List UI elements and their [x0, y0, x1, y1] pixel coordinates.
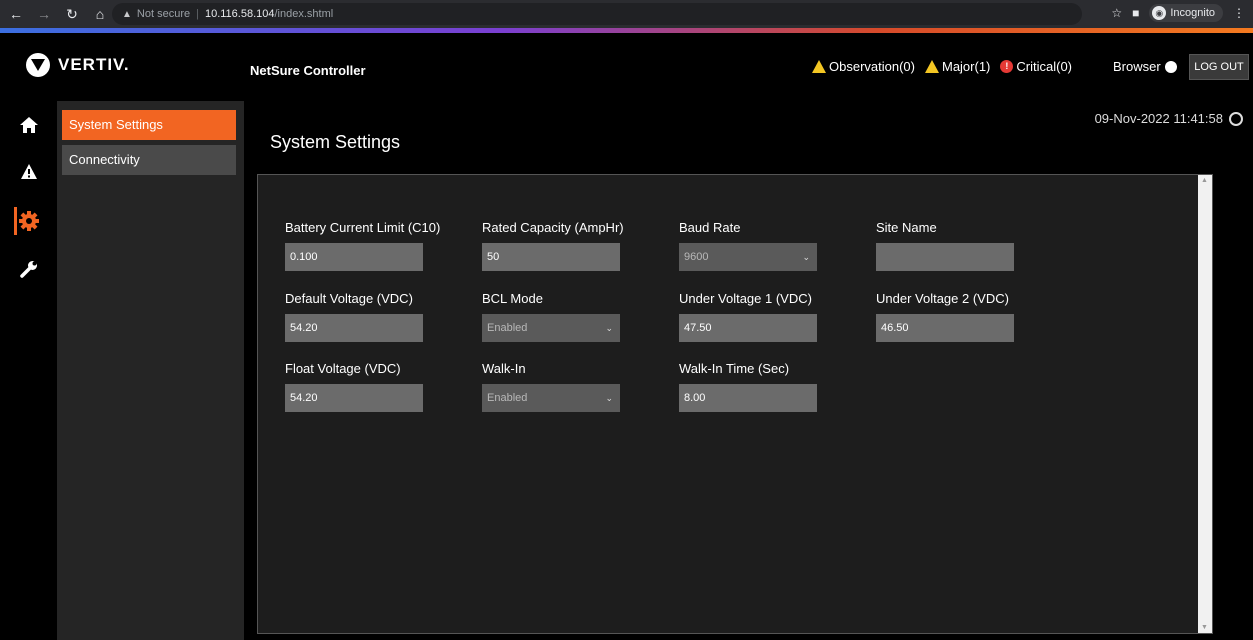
datetime-text: 09-Nov-2022 11:41:58 [1094, 111, 1223, 126]
alarm-icon [20, 163, 37, 179]
scroll-down-icon[interactable]: ▼ [1201, 624, 1208, 631]
walk-in-time-field: Walk-In Time (Sec) 8.00 [679, 361, 817, 412]
reload-icon[interactable]: ↻ [64, 6, 80, 23]
subnav-system-settings[interactable]: System Settings [62, 110, 236, 140]
vertiv-logo: VERTIV. [26, 53, 130, 77]
bookmark-star-icon[interactable]: ☆ [1111, 6, 1122, 20]
major-count: Major(1) [941, 59, 991, 74]
field-label: Battery Current Limit (C10) [285, 220, 441, 235]
walk-in-time-input[interactable]: 8.00 [679, 384, 817, 412]
forward-icon[interactable]: → [36, 6, 52, 22]
battery-current-limit-input[interactable]: 0.100 [285, 243, 423, 271]
bcl-mode-select[interactable]: Enabled ⌄ [482, 314, 620, 342]
critical-count: Critical(0) [1016, 59, 1073, 74]
datetime-display: 09-Nov-2022 11:41:58 [1095, 111, 1243, 126]
incognito-label: Incognito [1170, 7, 1215, 19]
app-header: VERTIV. NetSure Controller Observation(0… [0, 33, 1253, 101]
baud-rate-select[interactable]: 9600 ⌄ [679, 243, 817, 271]
observation-alarm[interactable]: Observation(0) [812, 59, 915, 74]
page-title: System Settings [270, 132, 401, 152]
scroll-up-icon[interactable]: ▲ [1201, 177, 1208, 184]
user-label: Browser [1113, 59, 1161, 74]
critical-icon: ! [1000, 60, 1014, 73]
select-value: Enabled [487, 322, 528, 334]
wrench-icon [19, 261, 37, 278]
logout-button[interactable]: LOG OUT [1189, 54, 1249, 80]
subnav-connectivity[interactable]: Connectivity [62, 145, 236, 175]
under-voltage-1-input[interactable]: 47.50 [679, 314, 817, 342]
default-voltage-field: Default Voltage (VDC) 54.20 [285, 291, 423, 342]
warning-icon: ▲ [122, 8, 132, 20]
baud-rate-field: Baud Rate 9600 ⌄ [679, 220, 817, 271]
separator: | [196, 8, 199, 20]
nav-settings[interactable] [0, 203, 57, 239]
warning-triangle-icon [924, 60, 939, 73]
browser-actions: ☆ ■ ◉ Incognito ⋮ [1111, 4, 1245, 22]
critical-alarm[interactable]: ! Critical(0) [1000, 59, 1072, 74]
under-voltage-2-input[interactable]: 46.50 [876, 314, 1014, 342]
nav-tools[interactable] [0, 251, 57, 287]
brand-name: VERTIV. [58, 55, 130, 74]
under-voltage-1-field: Under Voltage 1 (VDC) 47.50 [679, 291, 817, 342]
bcl-mode-field: BCL Mode Enabled ⌄ [482, 291, 620, 342]
battery-current-limit-field: Battery Current Limit (C10) 0.100 [285, 220, 440, 271]
chevron-down-icon: ⌄ [605, 323, 613, 333]
url-path: /index.shtml [274, 8, 334, 20]
observation-count: Observation(0) [829, 59, 915, 74]
select-value: Enabled [487, 392, 528, 404]
user-menu[interactable]: Browser [1113, 59, 1177, 74]
rated-capacity-input[interactable]: 50 [482, 243, 620, 271]
nav-alarms[interactable] [0, 153, 57, 189]
sidepanel-icon[interactable]: ■ [1132, 6, 1139, 20]
settings-subnav: System Settings Connectivity [57, 101, 244, 640]
chevron-down-icon: ⌄ [605, 393, 613, 403]
address-bar[interactable]: ▲ Not secure | 10.116.58.104 /index.shtm… [112, 3, 1082, 25]
field-label: Float Voltage (VDC) [285, 361, 401, 376]
warning-triangle-icon [812, 60, 826, 73]
chevron-down-icon: ⌄ [802, 252, 810, 262]
field-label: Rated Capacity (AmpHr) [482, 220, 624, 235]
default-voltage-input[interactable]: 54.20 [285, 314, 423, 342]
select-value: 9600 [684, 251, 709, 263]
field-label: Site Name [876, 220, 937, 235]
walk-in-field: Walk-In Enabled ⌄ [482, 361, 620, 412]
site-name-field: Site Name [876, 220, 1014, 271]
home-icon [19, 117, 38, 133]
back-icon[interactable]: ← [8, 6, 24, 22]
browser-toolbar: ← → ↻ ⌂ ▲ Not secure | 10.116.58.104 /in… [0, 0, 1253, 28]
field-label: Under Voltage 1 (VDC) [679, 291, 812, 306]
site-name-input[interactable] [876, 243, 1014, 271]
browser-nav: ← → ↻ ⌂ [0, 6, 108, 23]
home-browser-icon[interactable]: ⌂ [92, 6, 108, 22]
settings-panel: Battery Current Limit (C10) 0.100 Rated … [257, 174, 1213, 634]
settings-gear-icon [18, 211, 39, 231]
float-voltage-field: Float Voltage (VDC) 54.20 [285, 361, 423, 412]
panel-scrollbar[interactable]: ▲ ▼ [1198, 175, 1212, 633]
field-label: Walk-In Time (Sec) [679, 361, 790, 376]
nav-home[interactable] [0, 107, 57, 143]
under-voltage-2-field: Under Voltage 2 (VDC) 46.50 [876, 291, 1014, 342]
field-label: Default Voltage (VDC) [285, 291, 413, 306]
major-alarm[interactable]: Major(1) [924, 59, 991, 74]
field-label: BCL Mode [482, 291, 543, 306]
rated-capacity-field: Rated Capacity (AmpHr) 50 [482, 220, 624, 271]
field-label: Under Voltage 2 (VDC) [876, 291, 1009, 306]
browser-menu-icon[interactable]: ⋮ [1233, 6, 1245, 20]
not-secure-label: Not secure [136, 8, 191, 20]
vertiv-logo-icon [26, 53, 50, 77]
walk-in-select[interactable]: Enabled ⌄ [482, 384, 620, 412]
main-content: 09-Nov-2022 11:41:58 System Settings Bat… [244, 101, 1253, 640]
refresh-icon[interactable] [1229, 111, 1243, 126]
icon-rail [0, 101, 57, 640]
field-label: Baud Rate [679, 220, 741, 235]
app-title: NetSure Controller [250, 63, 366, 78]
float-voltage-input[interactable]: 54.20 [285, 384, 423, 412]
user-icon [1164, 60, 1177, 73]
incognito-badge[interactable]: ◉ Incognito [1149, 4, 1223, 22]
url-host: 10.116.58.104 [204, 8, 275, 20]
incognito-icon: ◉ [1152, 6, 1167, 20]
alarm-summary: Observation(0) Major(1) ! Critical(0) [812, 59, 1072, 74]
field-label: Walk-In [482, 361, 526, 376]
